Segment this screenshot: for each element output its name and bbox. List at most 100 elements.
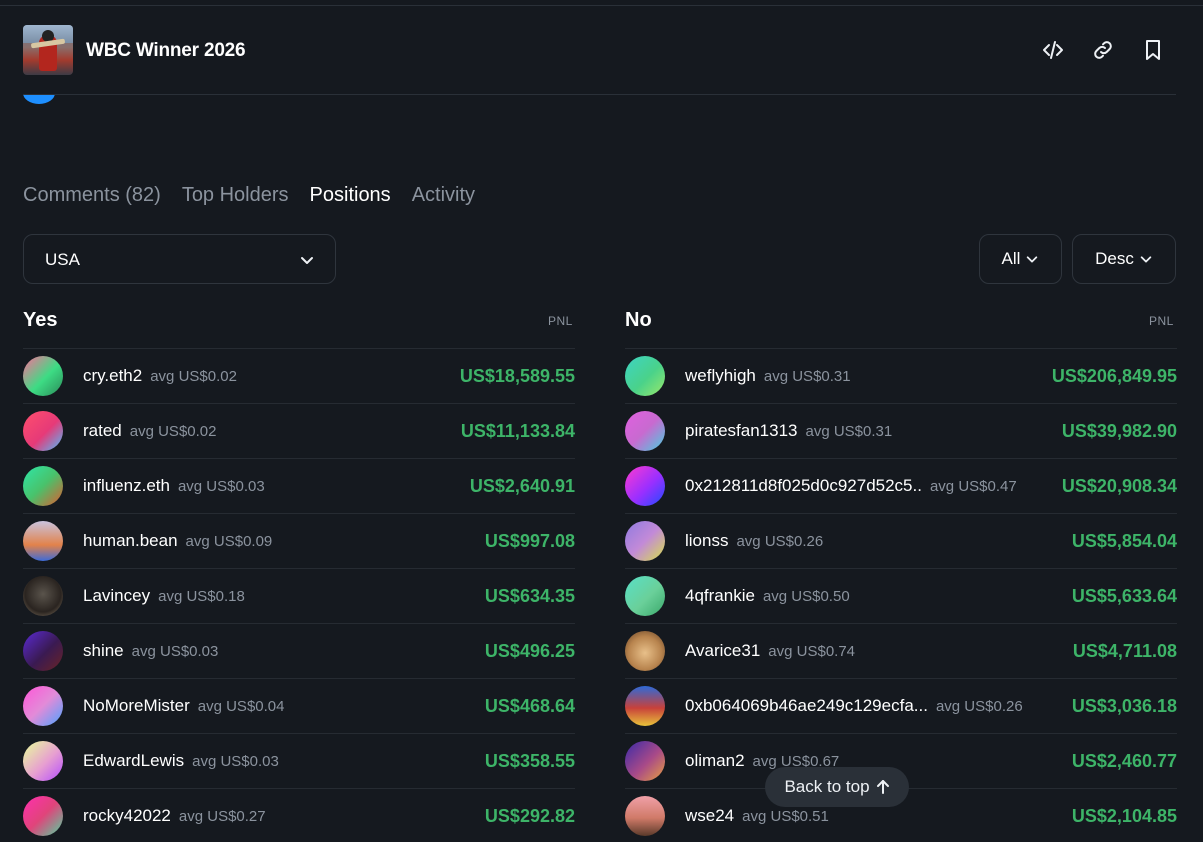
holder-name-link[interactable]: rocky42022	[83, 806, 171, 825]
avg-price: avg US$0.47	[929, 478, 1017, 495]
bookmark-button[interactable]	[1141, 38, 1165, 62]
avatar[interactable]	[23, 576, 63, 616]
holder-name-group: NoMoreMister avg US$0.04	[83, 696, 284, 716]
avg-price: avg US$0.51	[742, 808, 829, 825]
avatar[interactable]	[23, 796, 63, 836]
holder-name-link[interactable]: 0x212811d8f025d0c927d52c5..	[685, 476, 922, 495]
chevron-down-icon	[1027, 256, 1038, 263]
avg-price: avg US$0.02	[150, 368, 237, 385]
position-row[interactable]: lionss avg US$0.26 US$5,854.04	[625, 513, 1177, 568]
position-row[interactable]: EdwardLewis avg US$0.03 US$358.55	[23, 733, 575, 788]
market-title: WBC Winner 2026	[86, 40, 246, 61]
holder-name-link[interactable]: shine	[83, 641, 124, 660]
pnl-value: US$997.08	[484, 531, 575, 551]
position-row[interactable]: 0x212811d8f025d0c927d52c5.. avg US$0.47 US…	[625, 458, 1177, 513]
avatar[interactable]	[625, 631, 665, 671]
tab-top-holders[interactable]: Top Holders	[182, 184, 289, 207]
outcome-select-value: USA	[45, 250, 80, 269]
avatar[interactable]	[625, 466, 665, 506]
holder-name-link[interactable]: piratesfan1313	[685, 421, 797, 440]
avatar[interactable]	[23, 411, 63, 451]
position-row[interactable]: rocky42022 avg US$0.27 US$292.82	[23, 788, 575, 842]
tab-positions[interactable]: Positions	[310, 184, 391, 207]
yes-pnl-label: PNL	[548, 314, 573, 328]
bookmark-icon	[1146, 40, 1160, 60]
avatar[interactable]	[625, 796, 665, 836]
back-to-top-button[interactable]: Back to top	[765, 767, 909, 807]
avatar[interactable]	[625, 576, 665, 616]
avatar[interactable]	[625, 356, 665, 396]
position-row[interactable]: weflyhigh avg US$0.31 US$206,849.95	[625, 348, 1177, 403]
tab-activity[interactable]: Activity	[412, 184, 475, 207]
pnl-value: US$18,589.55	[459, 366, 575, 386]
holder-name-link[interactable]: cry.eth2	[83, 366, 142, 385]
holder-name-link[interactable]: Avarice31	[685, 641, 760, 660]
back-to-top-label: Back to top	[784, 777, 870, 796]
avatar[interactable]	[625, 521, 665, 561]
position-row[interactable]: 0xb064069b46ae249c129ecfa... avg US$0.26 U…	[625, 678, 1177, 733]
holder-name-group: human.bean avg US$0.09	[83, 531, 272, 551]
avg-price: avg US$0.26	[736, 533, 824, 550]
holder-name-link[interactable]: oliman2	[685, 751, 745, 770]
position-row[interactable]: Avarice31 avg US$0.74 US$4,711.08	[625, 623, 1177, 678]
avg-price: avg US$0.27	[178, 808, 266, 825]
market-header: WBC Winner 2026	[0, 6, 1203, 95]
copy-link-button[interactable]	[1091, 38, 1115, 62]
avatar[interactable]	[625, 686, 665, 726]
pnl-value: US$2,460.77	[1071, 751, 1177, 771]
position-row[interactable]: Lavincey avg US$0.18 US$634.35	[23, 568, 575, 623]
avatar[interactable]	[23, 466, 63, 506]
holder-name-group: lionss avg US$0.26	[685, 531, 823, 551]
avg-price: avg US$0.04	[197, 698, 285, 715]
holder-name-group: rocky42022 avg US$0.27	[83, 806, 266, 826]
holder-name-group: shine avg US$0.03	[83, 641, 218, 661]
avg-price: avg US$0.31	[805, 423, 893, 440]
pnl-value: US$3,036.18	[1071, 696, 1177, 716]
avg-price: avg US$0.26	[935, 698, 1023, 715]
position-row[interactable]: 4qfrankie avg US$0.50 US$5,633.64	[625, 568, 1177, 623]
holder-name-group: 0x212811d8f025d0c927d52c5.. avg US$0.47	[685, 476, 1017, 496]
position-row[interactable]: cry.eth2 avg US$0.02 US$18,589.55	[23, 348, 575, 403]
embed-code-button[interactable]	[1041, 38, 1065, 62]
link-icon	[1094, 41, 1112, 59]
holder-name-link[interactable]: influenz.eth	[83, 476, 170, 495]
outcome-select[interactable]: USA	[23, 234, 336, 284]
avg-price: avg US$0.74	[768, 643, 856, 660]
avatar[interactable]	[23, 741, 63, 781]
holder-name-link[interactable]: wse24	[685, 806, 734, 825]
position-row[interactable]: shine avg US$0.03 US$496.25	[23, 623, 575, 678]
position-row[interactable]: NoMoreMister avg US$0.04 US$468.64	[23, 678, 575, 733]
holder-name-link[interactable]: EdwardLewis	[83, 751, 184, 770]
scope-filter-dropdown[interactable]: All	[979, 234, 1062, 284]
holder-name-link[interactable]: lionss	[685, 531, 728, 550]
avg-price: avg US$0.03	[177, 478, 265, 495]
sort-order-dropdown[interactable]: Desc	[1072, 234, 1176, 284]
holder-name-link[interactable]: weflyhigh	[685, 366, 756, 385]
avg-price: avg US$0.02	[129, 423, 217, 440]
holder-name-link[interactable]: Lavincey	[83, 586, 150, 605]
holder-name-group: influenz.eth avg US$0.03	[83, 476, 265, 496]
pnl-value: US$39,982.90	[1061, 421, 1177, 441]
holder-name-link[interactable]: human.bean	[83, 531, 178, 550]
avatar[interactable]	[625, 741, 665, 781]
scope-filter-label: All	[1001, 249, 1021, 268]
position-row[interactable]: piratesfan1313 avg US$0.31 US$39,982.90	[625, 403, 1177, 458]
avatar[interactable]	[23, 686, 63, 726]
pnl-value: US$292.82	[484, 806, 575, 826]
position-row[interactable]: rated avg US$0.02 US$11,133.84	[23, 403, 575, 458]
holder-name-link[interactable]: NoMoreMister	[83, 696, 190, 715]
holder-name-link[interactable]: rated	[83, 421, 122, 440]
no-column-heading: No	[625, 309, 652, 331]
no-positions-list: weflyhigh avg US$0.31 US$206,849.95 pirates…	[625, 348, 1177, 842]
holder-name-link[interactable]: 0xb064069b46ae249c129ecfa...	[685, 696, 928, 715]
pnl-value: US$206,849.95	[1051, 366, 1177, 386]
position-row[interactable]: human.bean avg US$0.09 US$997.08	[23, 513, 575, 568]
avatar[interactable]	[23, 356, 63, 396]
avatar[interactable]	[625, 411, 665, 451]
position-row[interactable]: influenz.eth avg US$0.03 US$2,640.91	[23, 458, 575, 513]
tab-comments[interactable]: Comments (82)	[23, 184, 161, 207]
pnl-value: US$2,640.91	[469, 476, 575, 496]
avatar[interactable]	[23, 631, 63, 671]
holder-name-link[interactable]: 4qfrankie	[685, 586, 755, 605]
avatar[interactable]	[23, 521, 63, 561]
